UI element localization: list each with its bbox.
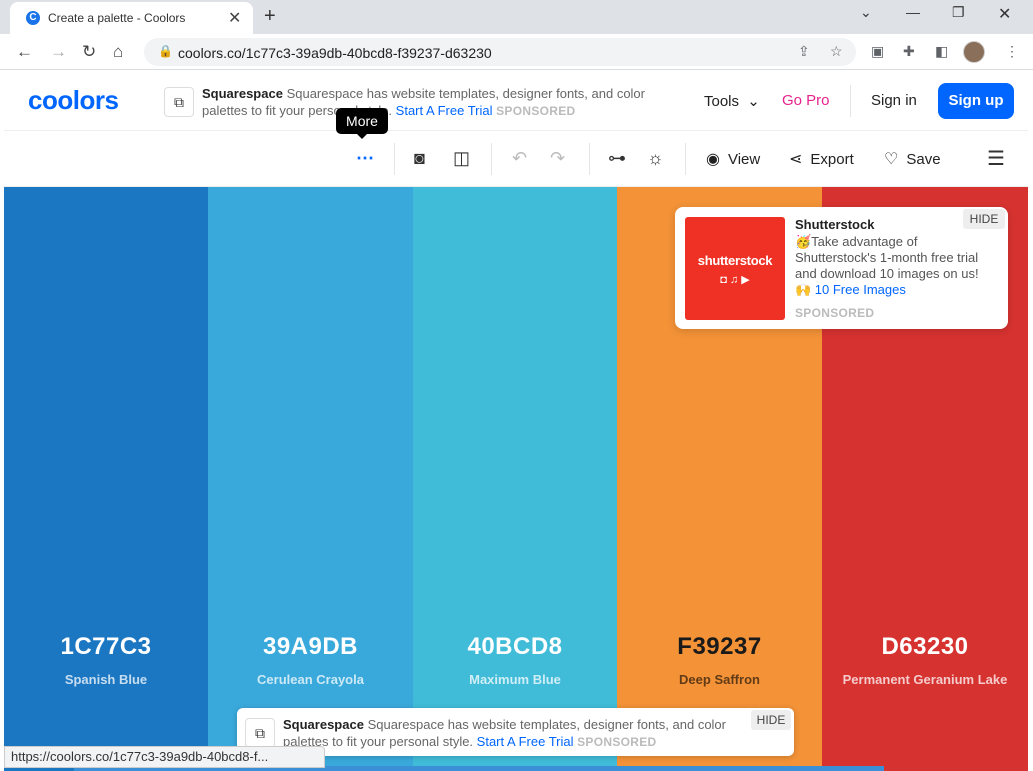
squarespace-logo-icon: ⧉	[164, 87, 194, 117]
reload-icon[interactable]: ↻	[82, 42, 96, 62]
sign-up-button[interactable]: Sign up	[938, 83, 1014, 119]
tab-close-icon[interactable]: ✕	[228, 8, 241, 28]
chevron-down-icon: ⌄	[747, 93, 760, 110]
swatch-color-name: Permanent Geranium Lake	[842, 672, 1008, 687]
browser-menu-icon[interactable]: ⋮	[1005, 43, 1019, 60]
view-button[interactable]: ◉ View	[706, 149, 760, 169]
shutterstock-ad[interactable]: shutterstock ◘ ♫ ▶ Shutterstock 🥳Take ad…	[675, 207, 1008, 329]
swatch-hex[interactable]: 1C77C3	[4, 633, 208, 661]
window-close-icon[interactable]: ✕	[998, 4, 1011, 24]
go-pro-link[interactable]: Go Pro	[782, 92, 830, 109]
camera-icon[interactable]: ◙	[414, 148, 425, 169]
shutterstock-image[interactable]: shutterstock ◘ ♫ ▶	[685, 217, 785, 320]
color-swatch[interactable]: 39A9DB Cerulean Crayola	[208, 187, 413, 771]
hide-ad-button[interactable]: HIDE	[751, 710, 791, 730]
ad-body: 🥳Take advantage of Shutterstock's 1-mont…	[795, 234, 979, 281]
tools-menu[interactable]: Tools ⌄	[704, 92, 760, 110]
share-nodes-icon: ⋖	[789, 151, 803, 168]
more-tooltip: More	[336, 108, 388, 139]
save-label: Save	[906, 151, 941, 168]
swatch-hex[interactable]: D63230	[822, 633, 1028, 661]
swatch-hex[interactable]: 39A9DB	[208, 633, 413, 661]
browser-tabbar: C Create a palette - Coolors ✕ + ⌄ — ❐ ✕	[0, 0, 1033, 34]
puzzle-extensions-icon[interactable]: ✚	[903, 43, 915, 60]
free-images-link[interactable]: 🙌 10 Free Images	[795, 282, 906, 298]
view-label: View	[727, 151, 761, 168]
ad-sponsored-label: SPONSORED	[795, 306, 875, 320]
bookmark-star-icon[interactable]: ☆	[830, 43, 843, 60]
swatch-color-name: Deep Saffron	[679, 672, 760, 687]
sign-in-link[interactable]: Sign in	[871, 92, 917, 109]
minimize-icon[interactable]: —	[906, 4, 920, 20]
ad-cta-link[interactable]: Start A Free Trial	[477, 734, 574, 749]
lock-icon[interactable]: 🔒	[158, 44, 173, 58]
export-label: Export	[810, 151, 854, 168]
back-icon[interactable]: ←	[16, 42, 33, 62]
redo-icon[interactable]: ↷	[550, 148, 565, 169]
ad-sponsored-label: SPONSORED	[496, 104, 576, 118]
eye-icon: ◉	[706, 151, 720, 168]
toolbar-divider	[394, 143, 395, 175]
header-ad-text: Squarespace Squarespace has website temp…	[202, 85, 654, 120]
palette-toolbar: ⋯ ◙ ◫ ↶ ↷ ⊶ ☼ ◉ View ⋖ Export ♡ Save ☰	[4, 131, 1028, 187]
address-bar[interactable]: 🔒 coolors.co/1c77c3-39a9db-40bcd8-f39237…	[144, 38, 856, 66]
new-tab-icon[interactable]: +	[264, 5, 276, 28]
tools-label: Tools	[704, 93, 740, 110]
restore-icon[interactable]: ❐	[952, 4, 965, 21]
undo-icon[interactable]: ↶	[512, 148, 527, 169]
swatch-color-name: Maximum Blue	[469, 672, 561, 687]
hamburger-menu-icon[interactable]: ☰	[987, 146, 1005, 171]
header-ad[interactable]: ⧉ Squarespace Squarespace has website te…	[164, 85, 654, 125]
ad-sponsored-label: SPONSORED	[577, 735, 657, 749]
toolbar-divider	[589, 143, 590, 175]
profile-avatar[interactable]	[963, 41, 985, 63]
sun-icon[interactable]: ☼	[647, 148, 664, 169]
browser-toolbar: ← → ↻ ⌂ 🔒 coolors.co/1c77c3-39a9db-40bcd…	[0, 34, 1033, 70]
more-icon[interactable]: ⋯	[356, 148, 374, 169]
ad-cta-link[interactable]: Start A Free Trial	[396, 103, 493, 118]
ad-title[interactable]: Shutterstock	[795, 217, 874, 232]
swatch-color-name: Spanish Blue	[64, 672, 148, 687]
extension-icon[interactable]: ▣	[871, 43, 884, 60]
toolbar-divider	[491, 143, 492, 175]
ad-brand: Squarespace	[202, 86, 283, 101]
screen: C Create a palette - Coolors ✕ + ⌄ — ❐ ✕…	[0, 0, 1033, 771]
home-icon[interactable]: ⌂	[113, 42, 123, 62]
media-type-icons: ◘ ♫ ▶	[720, 274, 750, 286]
share-icon[interactable]: ⇪	[798, 43, 810, 60]
save-button[interactable]: ♡ Save	[884, 149, 941, 169]
header-divider	[850, 85, 851, 117]
coolors-logo[interactable]: coolors	[28, 85, 119, 116]
swatch-hex[interactable]: F39237	[617, 633, 822, 661]
forward-icon[interactable]: →	[50, 42, 67, 62]
url-text[interactable]: coolors.co/1c77c3-39a9db-40bcd8-f39237-d…	[178, 45, 492, 61]
export-button[interactable]: ⋖ Export	[789, 149, 854, 169]
browser-tab[interactable]: C Create a palette - Coolors ✕	[10, 2, 253, 34]
squarespace-logo-icon: ⧉	[245, 718, 275, 748]
coolors-favicon-icon: C	[26, 11, 40, 25]
glasses-icon[interactable]: ⊶	[608, 148, 626, 169]
ad-brand: Squarespace	[283, 717, 364, 732]
color-swatch[interactable]: 40BCD8 Maximum Blue	[413, 187, 617, 771]
bottom-ad-text: Squarespace Squarespace has website temp…	[283, 716, 743, 751]
toolbar-divider	[685, 143, 686, 175]
swatch-hex[interactable]: 40BCD8	[413, 633, 617, 661]
site-header: coolors ⧉ Squarespace Squarespace has we…	[4, 71, 1028, 131]
hide-ad-button[interactable]: HIDE	[963, 209, 1005, 229]
tab-search-icon[interactable]: ⌄	[860, 4, 872, 21]
side-panel-icon[interactable]: ◧	[935, 43, 948, 60]
layout-panel-icon[interactable]: ◫	[453, 148, 470, 169]
color-swatch[interactable]: 1C77C3 Spanish Blue	[4, 187, 208, 771]
heart-icon: ♡	[884, 151, 899, 168]
shutterstock-logo-text: shutterstock	[697, 253, 773, 268]
swatch-color-name: Cerulean Crayola	[257, 672, 364, 687]
link-status-bar: https://coolors.co/1c77c3-39a9db-40bcd8-…	[4, 746, 325, 768]
tab-title: Create a palette - Coolors	[48, 11, 186, 25]
